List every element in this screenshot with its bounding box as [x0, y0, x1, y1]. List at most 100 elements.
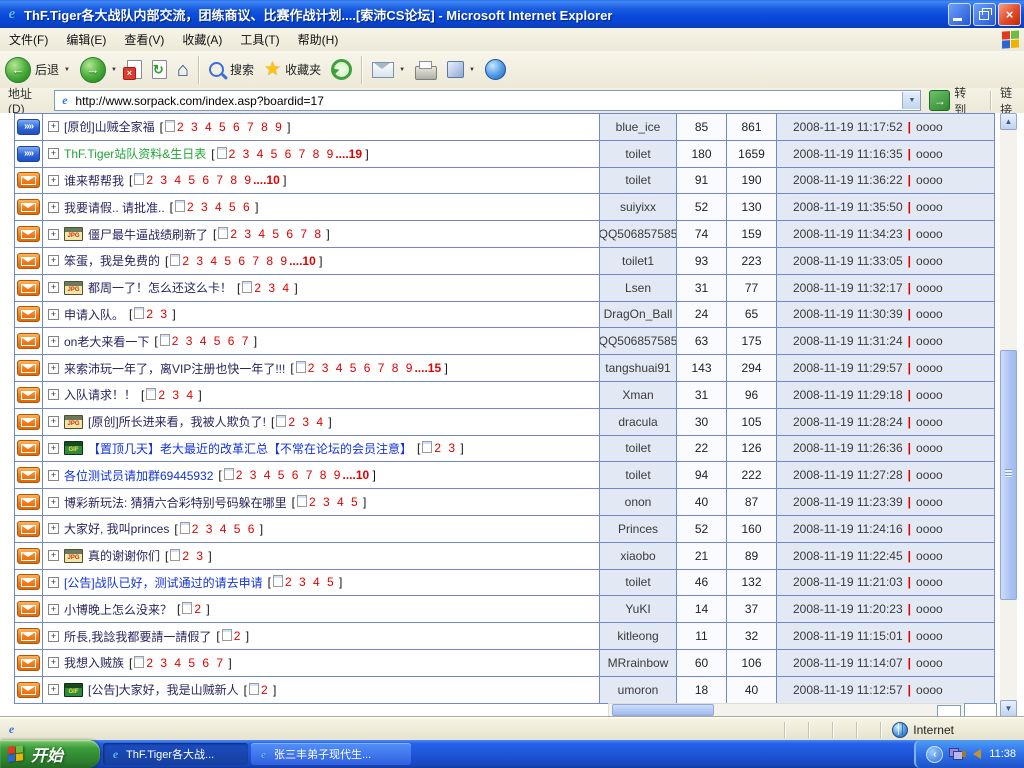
scroll-down-button[interactable]: ▼: [1000, 700, 1017, 717]
pagination[interactable]: [2 3 4 ]: [141, 388, 202, 402]
expand-icon[interactable]: +: [48, 416, 59, 427]
expand-icon[interactable]: +: [48, 604, 59, 615]
stop-button[interactable]: ×: [122, 54, 147, 86]
topic-link[interactable]: [原创]山贼全家福: [64, 118, 155, 135]
home-button[interactable]: ⌂: [172, 54, 194, 86]
topic-link[interactable]: 我想入贼族: [64, 654, 124, 671]
expand-icon[interactable]: +: [48, 121, 59, 132]
expand-icon[interactable]: +: [48, 577, 59, 588]
start-button[interactable]: 开始: [0, 740, 100, 768]
taskbar-task-current[interactable]: e ThF.Tiger各大战...: [103, 743, 248, 765]
author-cell[interactable]: toilet: [600, 436, 677, 462]
topic-link[interactable]: 各位测试员请加群69445932: [64, 467, 213, 484]
topic-link[interactable]: ThF.Tiger站队资料&生日表: [64, 145, 206, 162]
page-links[interactable]: 2 3 4 5 6 7: [172, 334, 251, 348]
menu-help[interactable]: 帮助(H): [289, 28, 348, 51]
expand-icon[interactable]: +: [48, 684, 59, 695]
expand-icon[interactable]: +: [48, 282, 59, 293]
expand-icon[interactable]: +: [48, 336, 59, 347]
back-dropdown-icon[interactable]: ▼: [64, 67, 70, 73]
author-cell[interactable]: QQ506857585: [600, 221, 677, 247]
vertical-scroll-thumb[interactable]: [1000, 350, 1017, 600]
pagination[interactable]: [2 3 4 5 6 7 ]: [154, 334, 257, 348]
author-cell[interactable]: DragOn_Ball: [600, 302, 677, 328]
pagination[interactable]: [2 3 ]: [165, 549, 212, 563]
pagination[interactable]: [2 3 4 ]: [271, 415, 332, 429]
topic-link[interactable]: 申请入队。: [64, 306, 124, 323]
page-links[interactable]: 2: [261, 683, 270, 697]
pagination[interactable]: [2 3 4 5 6 7 8 9....10 ]: [165, 254, 322, 268]
page-last-link[interactable]: ....10: [289, 254, 316, 268]
topic-link[interactable]: 大家好, 我叫princes: [64, 520, 169, 537]
pagination[interactable]: [2 3 4 5 6 7 8 9....15 ]: [290, 361, 447, 375]
topic-link[interactable]: [公告]战队已好，测试通过的请去申请: [64, 574, 263, 591]
topic-link[interactable]: on老大来看一下: [64, 333, 149, 350]
page-links[interactable]: 2 3 4 5 6 7 8 9: [236, 468, 343, 482]
forward-dropdown-icon[interactable]: ▼: [111, 67, 117, 73]
author-cell[interactable]: onon: [600, 489, 677, 515]
search-button[interactable]: 搜索: [204, 54, 259, 86]
topic-link[interactable]: 都周一了！怎么还这么卡！: [88, 279, 232, 296]
close-button[interactable]: ×: [998, 3, 1021, 26]
topic-link[interactable]: 笨蛋，我是免费的: [64, 252, 160, 269]
edit-dropdown-icon[interactable]: ▼: [469, 67, 475, 73]
volume-icon[interactable]: [973, 749, 981, 759]
page-links[interactable]: 2 3 4 5: [285, 575, 336, 589]
author-cell[interactable]: blue_ice: [600, 114, 677, 140]
network-icon[interactable]: [949, 748, 963, 760]
topic-link[interactable]: 所長,我諗我都要請一請假了: [64, 628, 211, 645]
expand-icon[interactable]: +: [48, 631, 59, 642]
restore-button[interactable]: [973, 3, 996, 26]
pagination[interactable]: [2 3 4 5 6 ]: [174, 522, 263, 536]
messenger-button[interactable]: [480, 54, 511, 86]
menu-edit[interactable]: 编辑(E): [57, 28, 115, 51]
taskbar-task-other[interactable]: e 张三丰弟子现代生...: [251, 743, 411, 765]
edit-button[interactable]: ▼: [442, 54, 480, 86]
author-cell[interactable]: toilet: [600, 462, 677, 488]
pagination[interactable]: [2 ]: [216, 629, 249, 643]
expand-icon[interactable]: +: [48, 229, 59, 240]
topic-link[interactable]: 入队请求！！: [64, 386, 136, 403]
minimize-button[interactable]: [948, 3, 971, 26]
horizontal-scroll-thumb[interactable]: [612, 704, 714, 716]
pagination[interactable]: [2 3 4 5 6 7 8 9....19 ]: [211, 147, 368, 161]
pagination[interactable]: [2 3 ]: [417, 441, 464, 455]
menu-tools[interactable]: 工具(T): [231, 28, 288, 51]
author-cell[interactable]: YuKI: [600, 596, 677, 622]
mail-button[interactable]: ▼: [367, 54, 410, 86]
topic-link[interactable]: 博彩新玩法: 猜猜六合彩特别号码躲在哪里: [64, 494, 287, 511]
page-links[interactable]: 2 3 4 5 6: [187, 200, 252, 214]
favorites-button[interactable]: ★ 收藏夹: [259, 54, 326, 86]
author-cell[interactable]: toilet: [600, 168, 677, 194]
author-cell[interactable]: QQ506857585: [600, 328, 677, 354]
url-text[interactable]: http://www.sorpack.com/index.asp?boardid…: [75, 94, 898, 108]
topic-link[interactable]: 来索沛玩一年了，离VIP注册也快一年了!!!: [64, 360, 285, 377]
page-last-link[interactable]: ....10: [342, 468, 369, 482]
page-last-link[interactable]: ....15: [414, 361, 441, 375]
page-links[interactable]: 2 3 4 5 6 7 8 9: [146, 173, 253, 187]
page-links[interactable]: 2 3 4 5 6 7: [146, 656, 225, 670]
topic-link[interactable]: 真的谢谢你们: [88, 547, 160, 564]
refresh-button[interactable]: ↻: [147, 54, 172, 86]
expand-icon[interactable]: +: [48, 497, 59, 508]
expand-icon[interactable]: +: [48, 657, 59, 668]
author-cell[interactable]: suiyixx: [600, 194, 677, 220]
tray-chevron-icon[interactable]: ‹: [926, 746, 943, 763]
author-cell[interactable]: MRrainbow: [600, 650, 677, 676]
pagination[interactable]: [2 3 4 5 6 7 8 9....10 ]: [129, 173, 286, 187]
page-links[interactable]: 2 3 4: [254, 281, 291, 295]
address-dropdown-button[interactable]: ▼: [902, 92, 920, 109]
expand-icon[interactable]: +: [48, 148, 59, 159]
author-cell[interactable]: kitleong: [600, 623, 677, 649]
expand-icon[interactable]: +: [48, 443, 59, 454]
page-links[interactable]: 2: [194, 602, 203, 616]
page-links[interactable]: 2 3: [434, 441, 457, 455]
author-cell[interactable]: dracula: [600, 409, 677, 435]
page-links[interactable]: 2 3 4 5 6 7 8: [230, 227, 323, 241]
author-cell[interactable]: tangshuai91: [600, 355, 677, 381]
author-cell[interactable]: Lsen: [600, 275, 677, 301]
expand-icon[interactable]: +: [48, 309, 59, 320]
page-last-link[interactable]: ....19: [335, 147, 362, 161]
pagination[interactable]: [2 ]: [244, 683, 277, 697]
history-button[interactable]: [326, 54, 357, 86]
